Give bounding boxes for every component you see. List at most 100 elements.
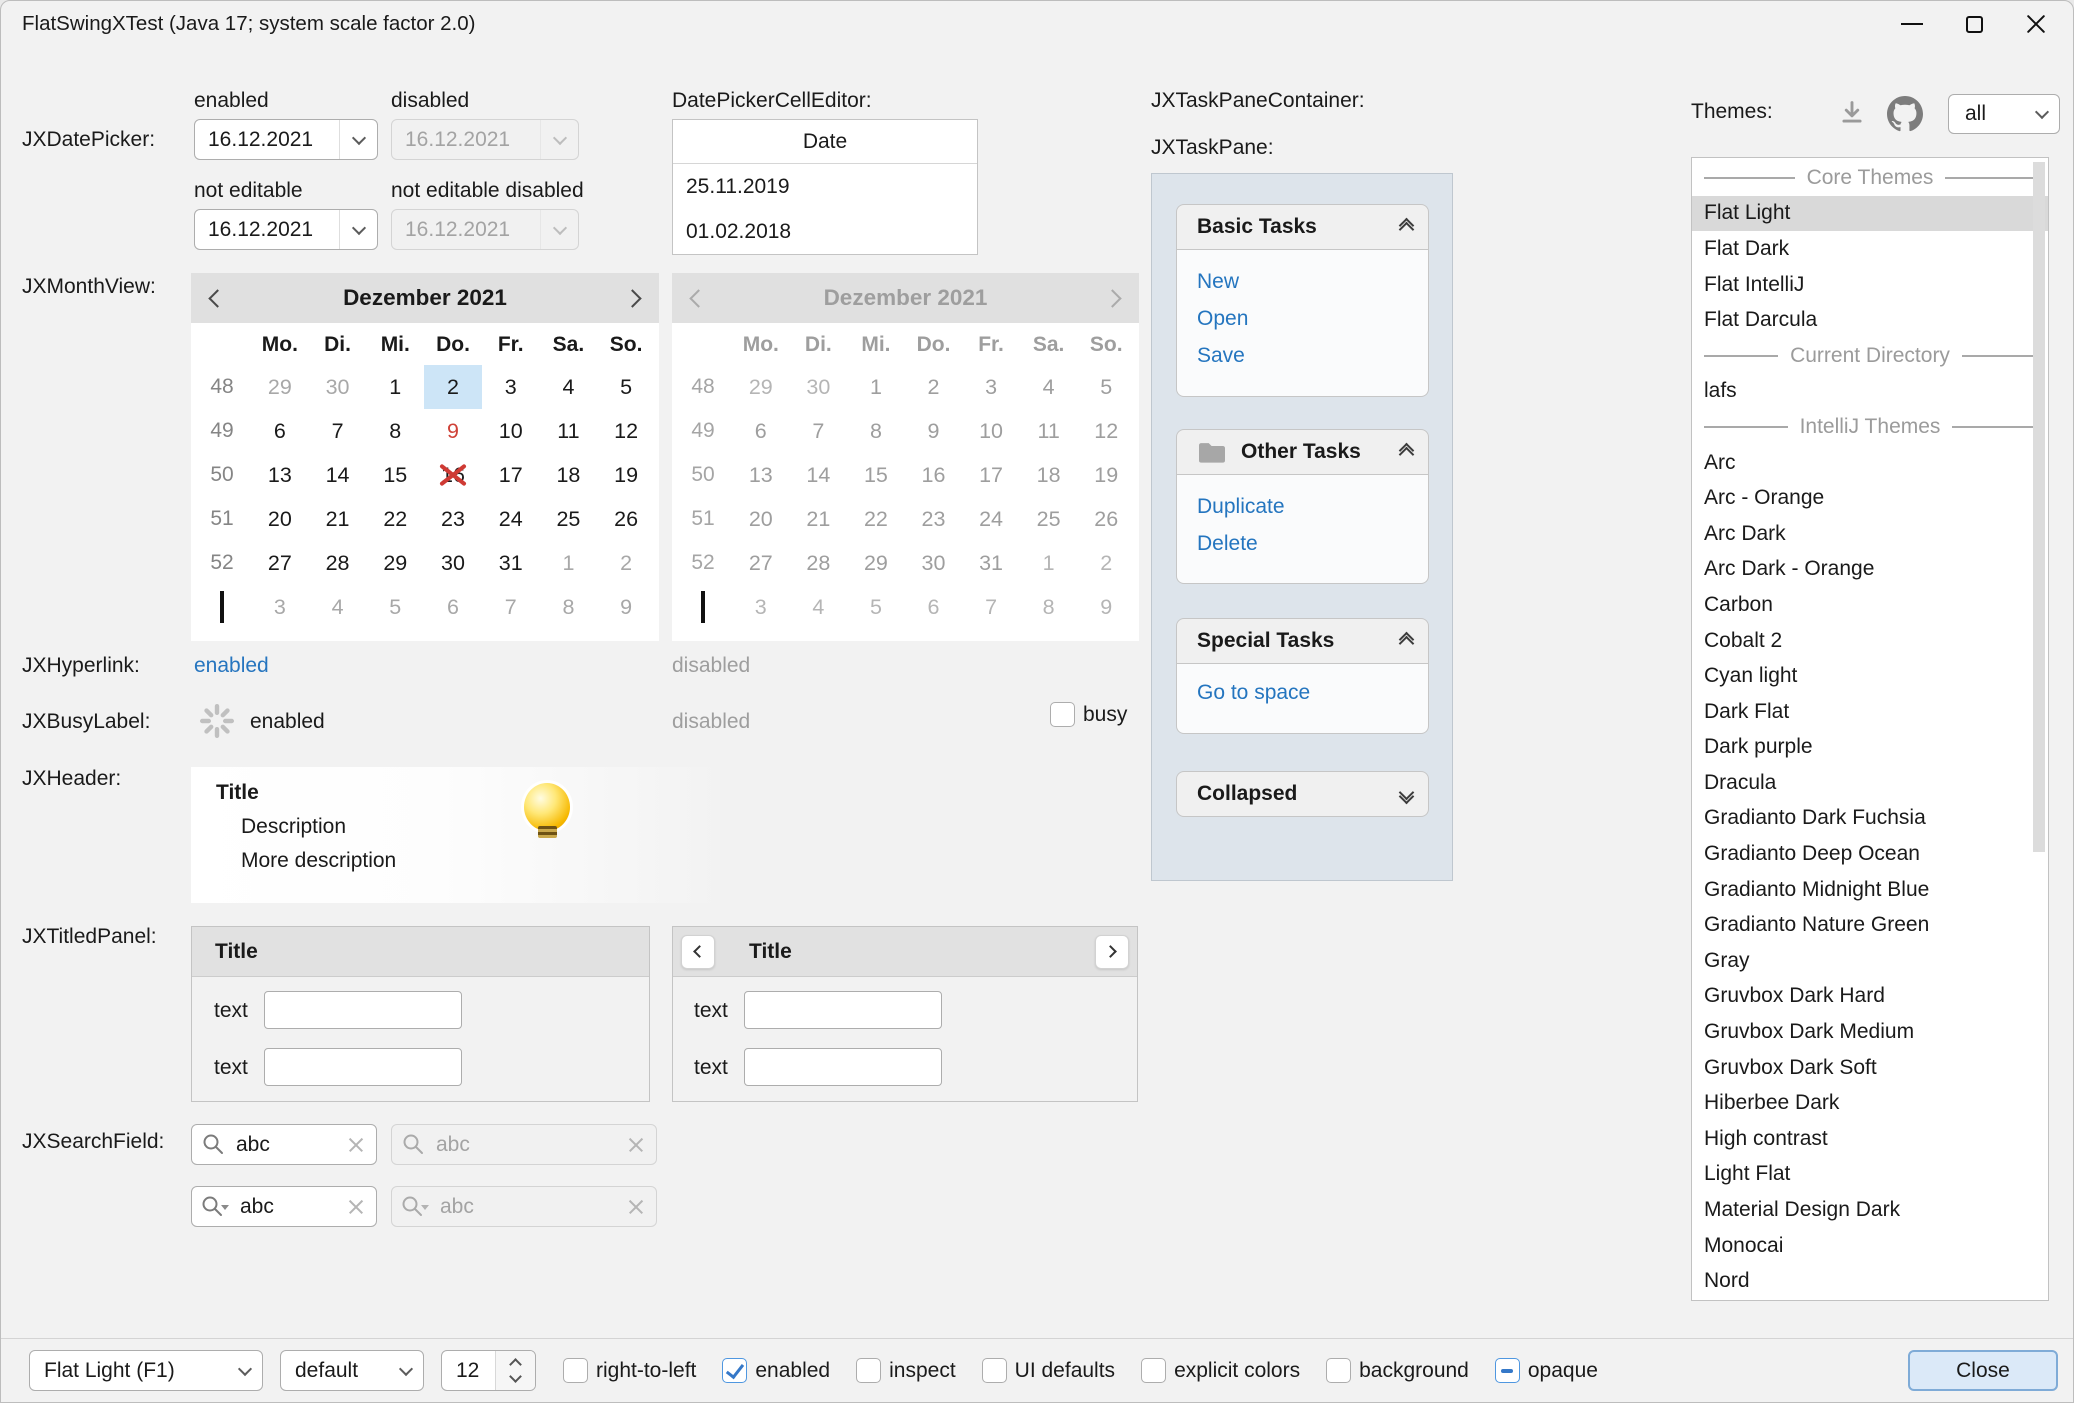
theme-list-item[interactable]: Flat IntelliJ <box>1692 267 2048 303</box>
themes-filter-combo[interactable]: all <box>1948 94 2060 134</box>
theme-list-item[interactable]: Gruvbox Dark Medium <box>1692 1014 2048 1050</box>
day-cell[interactable]: 12 <box>597 409 655 453</box>
search-input[interactable] <box>234 1132 339 1158</box>
theme-list-item[interactable]: High contrast <box>1692 1121 2048 1157</box>
download-icon[interactable] <box>1837 98 1867 128</box>
theme-list-item[interactable]: Hiberbee Dark <box>1692 1085 2048 1121</box>
theme-list-item[interactable]: Current Directory <box>1692 338 2048 374</box>
theme-list-item[interactable]: Gradianto Nature Green <box>1692 907 2048 943</box>
theme-list-item[interactable]: Gradianto Dark Fuchsia <box>1692 801 2048 837</box>
spinner-buttons[interactable] <box>495 1351 535 1390</box>
day-cell[interactable]: 16 <box>424 453 482 497</box>
day-cell[interactable]: 8 <box>366 409 424 453</box>
github-icon[interactable] <box>1887 96 1923 132</box>
day-cell[interactable]: 13 <box>251 453 309 497</box>
theme-list-item[interactable]: Flat Darcula <box>1692 302 2048 338</box>
text-input[interactable] <box>264 1048 462 1086</box>
search-field-enabled[interactable] <box>191 1124 377 1165</box>
day-cell[interactable]: 9 <box>597 585 655 629</box>
theme-list-item[interactable]: Arc Dark <box>1692 516 2048 552</box>
day-cell[interactable]: 7 <box>309 409 367 453</box>
day-cell[interactable]: 17 <box>482 453 540 497</box>
theme-list-item[interactable]: Light Flat <box>1692 1157 2048 1193</box>
theme-list-item[interactable]: Arc <box>1692 445 2048 481</box>
day-cell[interactable]: 19 <box>597 453 655 497</box>
day-cell[interactable]: 4 <box>309 585 367 629</box>
close-button[interactable]: Close <box>1908 1350 2058 1391</box>
theme-list-item[interactable]: Arc Dark - Orange <box>1692 552 2048 588</box>
theme-list-item[interactable]: lafs <box>1692 374 2048 410</box>
task-link[interactable]: Open <box>1177 300 1428 337</box>
day-cell[interactable]: 8 <box>540 585 598 629</box>
datepicker-not-editable[interactable]: 16.12.2021 <box>194 209 378 250</box>
date-column-header[interactable]: Date <box>673 120 977 164</box>
busy-checkbox[interactable]: busy <box>1050 702 1127 727</box>
day-cell[interactable]: 11 <box>540 409 598 453</box>
datepicker-value[interactable]: 16.12.2021 <box>195 128 339 152</box>
inspect-checkbox[interactable]: inspect <box>856 1358 956 1383</box>
theme-list-item[interactable]: Cyan light <box>1692 658 2048 694</box>
day-cell[interactable]: 2 <box>424 365 482 409</box>
day-cell[interactable]: 18 <box>540 453 598 497</box>
day-cell[interactable]: 2 <box>597 541 655 585</box>
day-cell[interactable]: 25 <box>540 497 598 541</box>
theme-list-item[interactable]: Dracula <box>1692 765 2048 801</box>
day-cell[interactable]: 3 <box>482 365 540 409</box>
day-cell[interactable]: 28 <box>309 541 367 585</box>
day-cell[interactable]: 7 <box>482 585 540 629</box>
task-link[interactable]: Delete <box>1177 525 1428 562</box>
theme-list-item[interactable]: Gradianto Deep Ocean <box>1692 836 2048 872</box>
day-cell[interactable]: 26 <box>597 497 655 541</box>
theme-list-item[interactable]: Carbon <box>1692 587 2048 623</box>
search-field-menu-enabled[interactable] <box>191 1186 377 1227</box>
task-link[interactable]: Duplicate <box>1177 488 1428 525</box>
font-size-spinner[interactable]: 12 <box>441 1350 536 1391</box>
search-input[interactable] <box>238 1194 339 1220</box>
day-cell[interactable]: 30 <box>424 541 482 585</box>
day-cell[interactable]: 14 <box>309 453 367 497</box>
clear-icon[interactable] <box>346 1135 366 1155</box>
panel-forward-button[interactable] <box>1095 935 1129 969</box>
day-cell[interactable]: 20 <box>251 497 309 541</box>
font-combo[interactable]: default <box>280 1350 424 1391</box>
theme-list-item[interactable]: Dark purple <box>1692 730 2048 766</box>
task-link[interactable]: Go to space <box>1177 674 1428 711</box>
text-input[interactable] <box>744 1048 942 1086</box>
day-cell[interactable]: 5 <box>366 585 424 629</box>
day-cell[interactable]: 4 <box>540 365 598 409</box>
clear-icon[interactable] <box>346 1197 366 1217</box>
theme-list-item[interactable]: Core Themes <box>1692 160 2048 196</box>
day-cell[interactable]: 23 <box>424 497 482 541</box>
hyperlink-enabled[interactable]: enabled <box>194 654 269 678</box>
theme-list-item[interactable]: Monocai <box>1692 1228 2048 1264</box>
close-window-button[interactable] <box>2005 1 2067 47</box>
laf-combo[interactable]: Flat Light (F1) <box>29 1350 263 1391</box>
taskpane-collapsed-header[interactable]: Collapsed <box>1176 771 1429 817</box>
day-cell[interactable]: 10 <box>482 409 540 453</box>
day-cell[interactable]: 21 <box>309 497 367 541</box>
theme-list-item[interactable]: Gradianto Midnight Blue <box>1692 872 2048 908</box>
day-cell[interactable]: 9 <box>424 409 482 453</box>
ui-defaults-checkbox[interactable]: UI defaults <box>982 1358 1115 1383</box>
theme-list-item[interactable]: Cobalt 2 <box>1692 623 2048 659</box>
taskpane-other-tasks-header[interactable]: Other Tasks <box>1176 429 1429 475</box>
background-checkbox[interactable]: background <box>1326 1358 1469 1383</box>
explicit-colors-checkbox[interactable]: explicit colors <box>1141 1358 1300 1383</box>
scrollbar[interactable] <box>2032 160 2046 1298</box>
day-cell[interactable]: 15 <box>366 453 424 497</box>
theme-list-item[interactable]: Arc - Orange <box>1692 480 2048 516</box>
enabled-checkbox[interactable]: enabled <box>722 1358 830 1383</box>
day-cell[interactable]: 29 <box>366 541 424 585</box>
day-cell[interactable]: 6 <box>424 585 482 629</box>
theme-list-item[interactable]: Flat Light <box>1692 196 2048 232</box>
scrollbar-thumb[interactable] <box>2033 162 2045 852</box>
datepicker-dropdown-button[interactable] <box>339 120 377 159</box>
taskpane-special-tasks-header[interactable]: Special Tasks <box>1176 618 1429 664</box>
theme-list-item[interactable]: Gray <box>1692 943 2048 979</box>
day-cell[interactable]: 5 <box>597 365 655 409</box>
datepicker-enabled[interactable]: 16.12.2021 <box>194 119 378 160</box>
theme-list-item[interactable]: Nord <box>1692 1263 2048 1299</box>
task-link[interactable]: New <box>1177 263 1428 300</box>
table-row[interactable]: 25.11.2019 <box>673 164 977 209</box>
day-cell[interactable]: 24 <box>482 497 540 541</box>
